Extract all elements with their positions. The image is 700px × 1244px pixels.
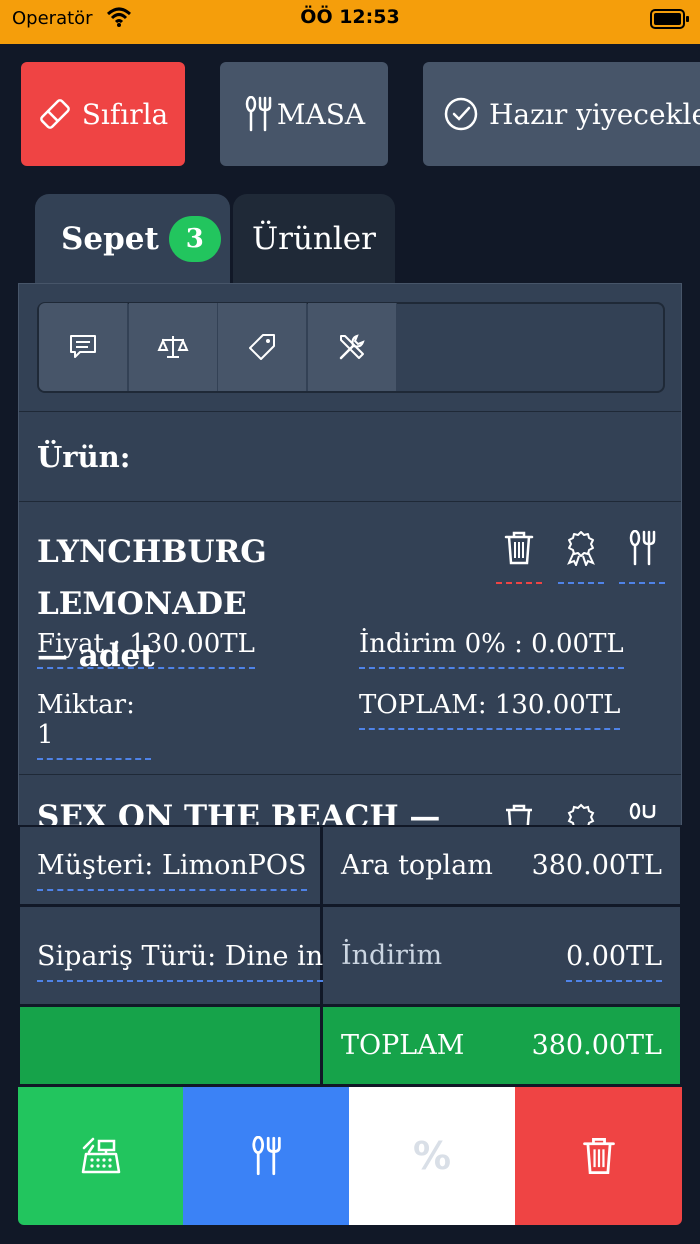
award-icon[interactable]: [564, 803, 598, 825]
tab-cart[interactable]: Sepet 3: [35, 194, 230, 284]
tag-icon: [247, 332, 277, 362]
clock: ÖÖ 12:53: [300, 6, 400, 28]
discount-percent-button[interactable]: %: [349, 1087, 515, 1225]
pay-button[interactable]: [18, 1087, 183, 1225]
note-icon: [68, 333, 98, 361]
item-quantity[interactable]: Miktar: 1: [37, 690, 151, 760]
item-discount[interactable]: İndirim 0% : 0.00TL: [359, 629, 624, 669]
order-type: Sipariş Türü: Dine in: [37, 941, 324, 982]
subtotal-cell: Ara toplam 380.00TL: [323, 827, 680, 904]
total-bar-left: [20, 1007, 320, 1084]
cash-register-icon: [79, 1136, 123, 1176]
battery-icon: [650, 8, 690, 30]
customer-cell[interactable]: Müşteri: LimonPOS: [20, 827, 320, 904]
total-value: 380.00TL: [531, 1030, 662, 1061]
order-type-cell[interactable]: Sipariş Türü: Dine in: [20, 907, 324, 1004]
utensils-icon: [627, 530, 657, 582]
award-item-button[interactable]: [558, 530, 604, 584]
item-price[interactable]: Fiyat : 130.00TL: [37, 629, 255, 669]
discount-value[interactable]: 0.00TL: [565, 941, 662, 982]
summary-panel: Müşteri: LimonPOS Ara toplam 380.00TL Si…: [18, 825, 682, 1087]
discount-cell: İndirim 0.00TL: [323, 907, 680, 1004]
subtotal-label: Ara toplam: [341, 850, 493, 881]
tab-products[interactable]: Ürünler: [233, 194, 395, 283]
discount-label: İndirim: [341, 940, 443, 971]
utensils-icon: [249, 1136, 283, 1176]
table-label: MASA: [276, 97, 366, 131]
tools-icon: [337, 332, 367, 362]
clear-cart-button[interactable]: [515, 1087, 682, 1225]
status-bar: Operatör ÖÖ 12:53: [0, 0, 700, 44]
total-cell: TOPLAM 380.00TL: [323, 1007, 680, 1084]
item-name: LYNCHBURG LEMONADE: [37, 534, 267, 622]
reset-label: Sıfırla: [81, 97, 169, 131]
cart-count-badge: 3: [168, 216, 221, 262]
ready-food-label: Hazır yiyecekler: [489, 97, 700, 131]
check-circle-icon: [443, 96, 479, 132]
utensils-icon[interactable]: [627, 803, 657, 825]
award-icon: [564, 530, 598, 582]
tab-cart-label: Sepet: [61, 221, 159, 257]
customer-name: Müşteri: LimonPOS: [37, 850, 307, 891]
item-name: SEX ON THE BEACH —: [37, 799, 441, 825]
item-total: TOPLAM: 130.00TL: [359, 690, 621, 730]
total-label: TOPLAM: [341, 1030, 465, 1061]
tools-button[interactable]: [308, 303, 397, 391]
cart-item: SEX ON THE BEACH —: [19, 775, 681, 825]
reset-button[interactable]: Sıfırla: [21, 62, 185, 166]
serve-item-button[interactable]: [619, 530, 665, 584]
cart-header: Ürün:: [19, 411, 681, 502]
eraser-icon: [38, 97, 72, 131]
trash-icon: [503, 530, 535, 582]
trash-icon[interactable]: [503, 803, 535, 825]
cart-item: LYNCHBURG LEMONADE — adet Fiyat : 130.00…: [19, 502, 681, 775]
percent-icon: %: [412, 1134, 452, 1178]
note-button[interactable]: [39, 303, 128, 391]
subtotal-value: 380.00TL: [531, 850, 662, 881]
ready-food-button[interactable]: Hazır yiyecekler: [423, 62, 700, 166]
scale-button[interactable]: [129, 303, 218, 391]
delete-item-button[interactable]: [496, 530, 542, 584]
scale-icon: [157, 333, 189, 361]
tab-products-label: Ürünler: [252, 220, 376, 257]
tag-button[interactable]: [218, 303, 307, 391]
utensils-icon: [243, 96, 273, 132]
table-button[interactable]: MASA: [220, 62, 388, 166]
trash-icon: [581, 1136, 617, 1176]
send-to-table-button[interactable]: [183, 1087, 349, 1225]
